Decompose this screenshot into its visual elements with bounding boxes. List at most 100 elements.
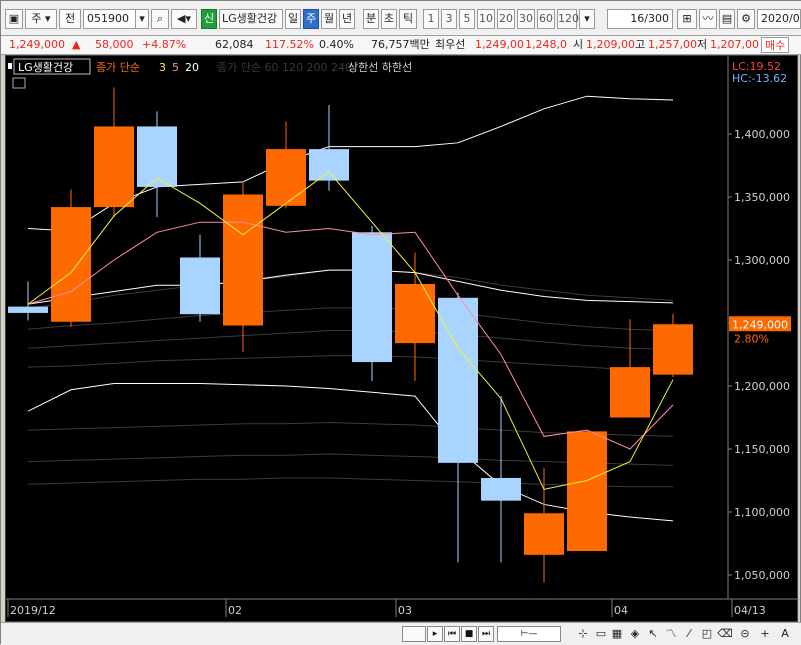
zoom-out-icon[interactable]: ⊝ xyxy=(737,626,753,642)
interval-30[interactable]: 30 xyxy=(517,9,535,29)
candle-body xyxy=(223,194,263,326)
chevron-down-icon[interactable]: ▾ xyxy=(135,9,149,29)
date-input[interactable]: 2020/0 xyxy=(757,9,801,29)
y-tick-label: 1,200,000 xyxy=(734,380,790,393)
candle-body xyxy=(352,232,392,363)
hc-label: HC:-13.62 xyxy=(732,72,787,85)
volume: 62,084 xyxy=(215,38,254,51)
rewind-button[interactable]: ⏮ xyxy=(444,626,460,642)
tab-month[interactable]: 월 xyxy=(321,9,337,29)
trend-icon[interactable]: 〽 xyxy=(663,626,679,642)
interval-60[interactable]: 60 xyxy=(537,9,555,29)
chart-area[interactable]: 1,400,0001,350,0001,300,0001,250,0001,20… xyxy=(5,55,799,622)
text-icon[interactable]: A xyxy=(777,626,793,642)
interval-1[interactable]: 1 xyxy=(423,9,439,29)
image-icon[interactable]: ▭ xyxy=(593,626,609,642)
pattern-icon[interactable]: ◈ xyxy=(627,626,643,642)
ask-price: 1,249,00 xyxy=(475,38,524,51)
legend-stock-name: LG생활건강 xyxy=(18,60,73,74)
scroll-area[interactable] xyxy=(402,626,426,642)
interval-10[interactable]: 10 xyxy=(477,9,495,29)
y-tick-label: 1,100,000 xyxy=(734,506,790,519)
turnover: 0.40% xyxy=(319,38,354,51)
x-tick-label: 2019/12 xyxy=(10,604,56,617)
candle-body xyxy=(266,149,306,206)
candle-body xyxy=(309,149,349,181)
speaker-icon[interactable]: ◀▾ xyxy=(171,9,197,29)
bid-price: 1,248,0 xyxy=(525,38,567,51)
y-tick-label: 1,300,000 xyxy=(734,254,790,267)
faint-ma-line xyxy=(27,269,674,309)
interval-5[interactable]: 5 xyxy=(459,9,475,29)
up-arrow-icon: ▲ xyxy=(72,38,81,51)
high-label: 고 xyxy=(635,38,646,51)
scroll-left-button[interactable]: ▸ xyxy=(427,626,443,642)
forward-button[interactable]: ⏭ xyxy=(478,626,494,642)
candle-body xyxy=(51,207,91,322)
chevron-down-icon[interactable]: ▾ xyxy=(579,9,595,29)
candle-body xyxy=(524,513,564,555)
tab-week[interactable]: 주 xyxy=(303,9,319,29)
ma20-line xyxy=(27,269,674,305)
x-tick-label: 02 xyxy=(228,604,242,617)
window-icon[interactable]: ▣ xyxy=(5,9,23,29)
y-tick-label: 1,400,000 xyxy=(734,128,790,141)
period-type-select[interactable]: 주 ▾ xyxy=(25,9,57,29)
faint-ma-line xyxy=(27,355,674,372)
cursor-icon[interactable]: ↖ xyxy=(645,626,661,642)
low-price: 1,207,00 xyxy=(710,38,759,51)
current-pct-label: 2.80% xyxy=(734,332,769,345)
count-input[interactable]: 16/300 xyxy=(607,9,673,29)
faint-ma-line xyxy=(27,307,674,332)
open-price: 1,209,00 xyxy=(586,38,635,51)
gear-icon[interactable]: ⚙ xyxy=(737,9,755,29)
grid-icon[interactable]: ▦ xyxy=(609,626,625,642)
quote-bar: 1,249,000 ▲ 58,000 +4.87% 62,084 117.52%… xyxy=(1,36,801,55)
zoom-slider[interactable]: ⊢— xyxy=(497,626,561,642)
save-icon[interactable]: ▤ xyxy=(719,9,735,29)
candle-body xyxy=(94,126,134,208)
low-label: 저 xyxy=(697,38,708,51)
change-amount: 58,000 xyxy=(95,38,134,51)
x-tick-label: 03 xyxy=(398,604,412,617)
line-chart-icon[interactable]: 〰 xyxy=(699,9,717,29)
change-percent: +4.87% xyxy=(142,38,187,51)
candle-body xyxy=(653,324,693,375)
search-icon[interactable]: ⌕ xyxy=(151,9,169,29)
candle-type-icon[interactable]: ⊞ xyxy=(677,9,697,29)
candle-body xyxy=(610,367,650,418)
stop-button[interactable]: ■ xyxy=(461,626,477,642)
candle-body xyxy=(180,257,220,315)
prev-button[interactable]: 전 xyxy=(59,9,81,29)
candle-body xyxy=(438,297,478,463)
x-tick-label: 04 xyxy=(614,604,628,617)
buy-button[interactable]: 매수 xyxy=(761,37,790,53)
toolbar: ▣ 주 ▾ 전 051900 ▾ ⌕ ◀▾ 신 LG생활건강 일 주 월 년 분… xyxy=(1,1,801,36)
trade-amount: 76,757백만 xyxy=(371,38,430,51)
delete-icon[interactable]: ⌫ xyxy=(717,626,733,642)
tab-year[interactable]: 년 xyxy=(339,9,355,29)
tab-day[interactable]: 일 xyxy=(285,9,301,29)
x-tick-label: 04/13 xyxy=(734,604,766,617)
period-type-label: 주 xyxy=(31,12,42,25)
line-icon[interactable]: ⁄ xyxy=(681,626,697,642)
legend-bullet xyxy=(8,63,12,69)
tab-second[interactable]: 초 xyxy=(381,9,397,29)
legend-ma5: 5 xyxy=(172,61,179,74)
candle-body xyxy=(481,477,521,501)
faint-ma-line xyxy=(27,330,674,350)
crosshair-icon[interactable]: ⊹ xyxy=(575,626,591,642)
shape-icon[interactable]: ◰ xyxy=(699,626,715,642)
tab-tick[interactable]: 틱 xyxy=(399,9,417,29)
candle-body xyxy=(395,283,435,344)
y-tick-label: 1,350,000 xyxy=(734,191,790,204)
interval-120[interactable]: 120 xyxy=(557,9,579,29)
legend-ma-label: 종가 단순 xyxy=(96,61,140,74)
current-price: 1,249,000 xyxy=(9,38,65,51)
tab-minute[interactable]: 분 xyxy=(363,9,379,29)
plus-icon[interactable]: + xyxy=(757,626,773,642)
interval-3[interactable]: 3 xyxy=(441,9,457,29)
legend-ma-dim: 종가 단순 60 120 200 240 xyxy=(217,61,352,74)
interval-20[interactable]: 20 xyxy=(497,9,515,29)
candle-body xyxy=(567,431,607,552)
